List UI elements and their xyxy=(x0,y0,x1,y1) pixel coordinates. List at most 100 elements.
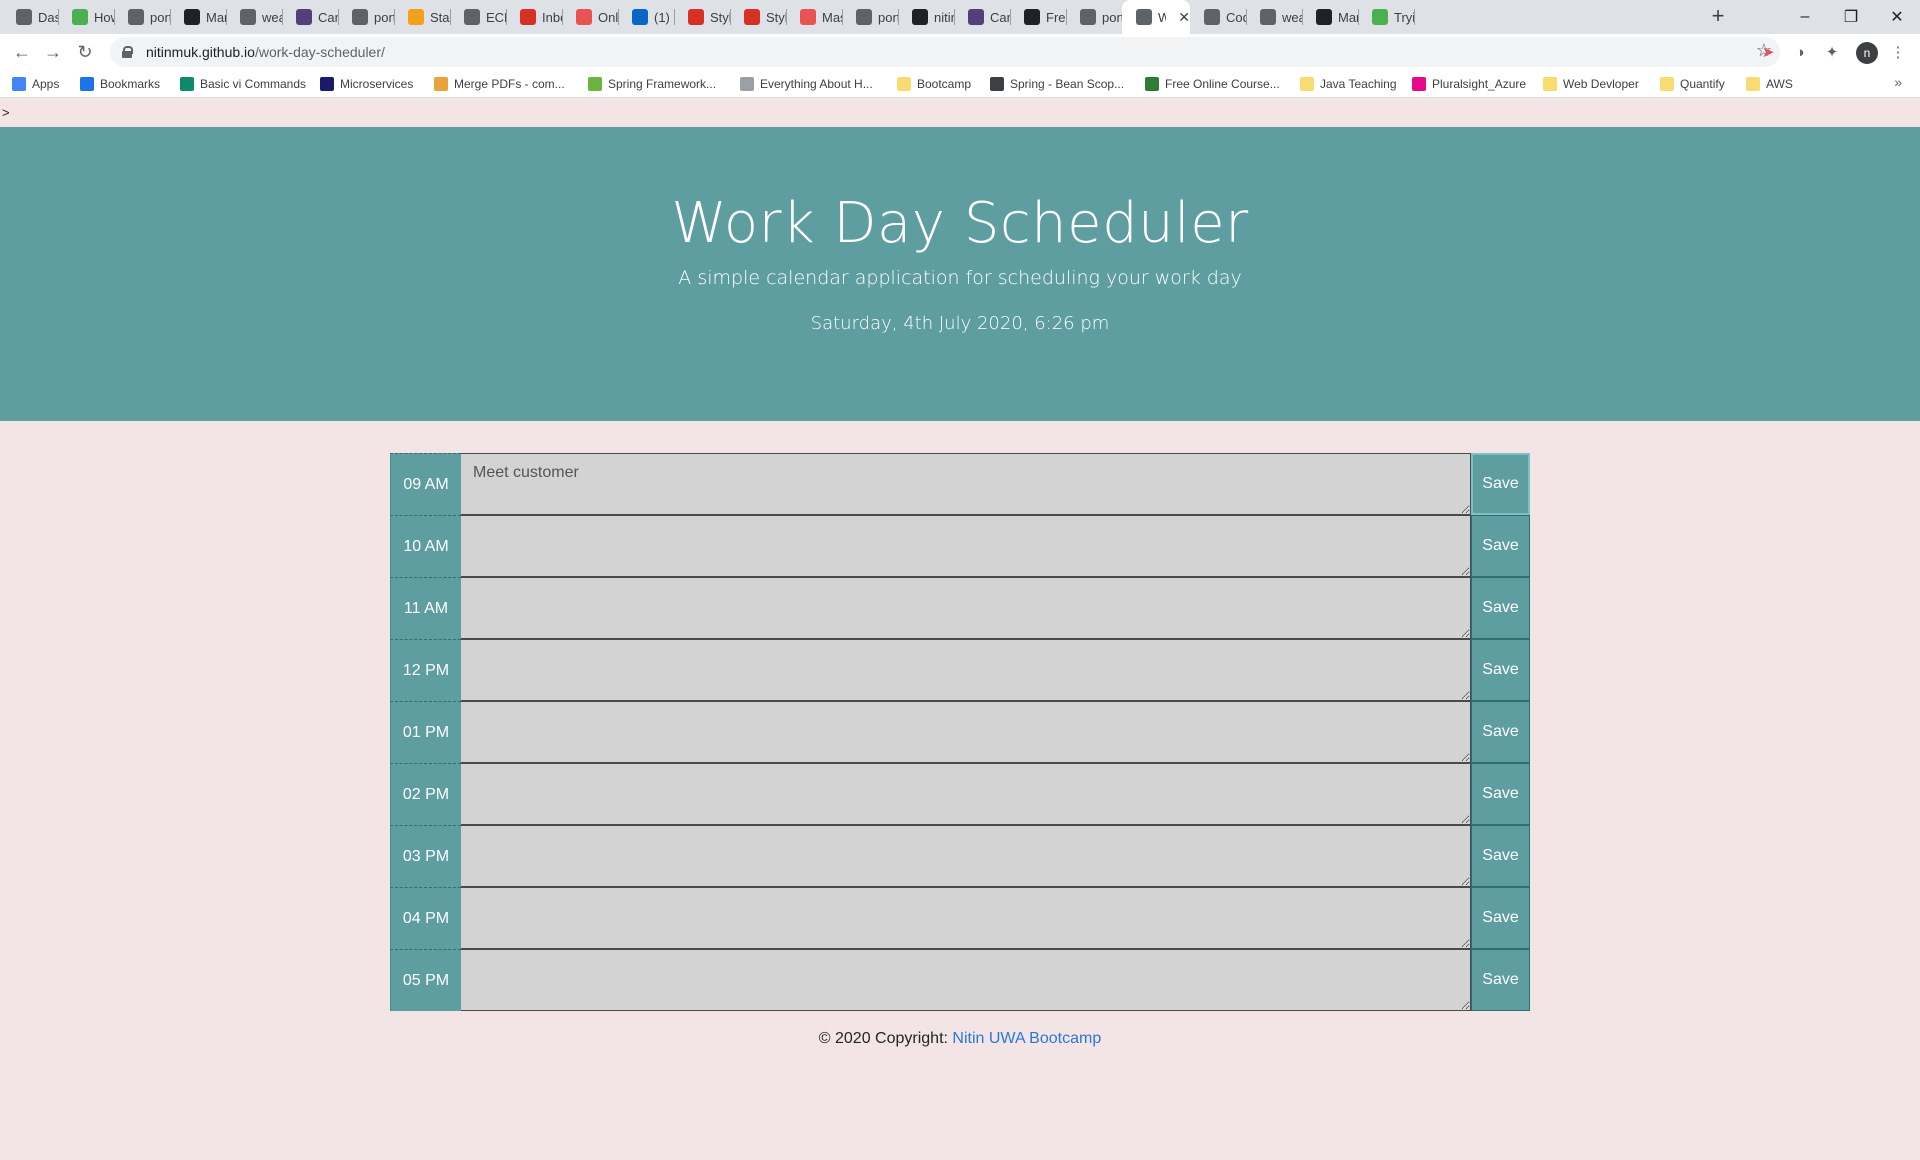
save-button[interactable]: Save xyxy=(1471,453,1530,515)
bookmark-label: Spring Framework... xyxy=(608,77,717,91)
page-title: Work Day Scheduler xyxy=(671,191,1249,256)
bookmark-item[interactable]: Quantify xyxy=(1660,75,1725,93)
browser-tab[interactable]: Card xyxy=(282,0,338,34)
time-block-row: 11 AM Save xyxy=(390,577,1530,639)
bookmark-label: Basic vi Commands xyxy=(200,77,307,91)
dark-mode-icon[interactable]: ◑ xyxy=(1790,42,1810,62)
event-description-input[interactable] xyxy=(461,639,1471,701)
browser-tab[interactable]: portf xyxy=(338,0,394,34)
event-description-input[interactable] xyxy=(461,949,1471,1011)
save-button[interactable]: Save xyxy=(1471,887,1530,949)
stylish-icon xyxy=(688,9,704,25)
close-window-button[interactable]: ✕ xyxy=(1874,0,1920,34)
warning-icon xyxy=(434,77,448,91)
bookmark-label: Everything About H... xyxy=(760,77,873,91)
reload-icon[interactable]: ↻ xyxy=(73,40,97,64)
bookmark-item[interactable]: AWS xyxy=(1746,75,1793,93)
f-icon xyxy=(320,77,334,91)
save-button[interactable]: Save xyxy=(1471,701,1530,763)
new-tab-button[interactable]: + xyxy=(1706,5,1730,29)
forward-icon[interactable]: → xyxy=(41,40,65,64)
event-description-input[interactable] xyxy=(461,825,1471,887)
bookmark-item[interactable]: Apps xyxy=(12,75,59,93)
bookmark-item[interactable]: Microservices xyxy=(320,75,413,93)
browser-toolbar: ← → ↻ nitinmuk.github.io/work-day-schedu… xyxy=(0,34,1920,70)
address-bar[interactable]: nitinmuk.github.io/work-day-scheduler/ ☆ xyxy=(110,37,1780,67)
browser-tab[interactable]: weat xyxy=(1246,0,1302,34)
event-description-input[interactable] xyxy=(461,763,1471,825)
save-button[interactable]: Save xyxy=(1471,825,1530,887)
browser-tab[interactable]: Inbox xyxy=(506,0,562,34)
bookmark-item[interactable]: Pluralsight_Azure xyxy=(1412,75,1526,93)
browser-tab[interactable]: portf xyxy=(114,0,170,34)
browser-tab[interactable]: Mara xyxy=(1302,0,1358,34)
browser-tab[interactable]: Dash xyxy=(2,0,58,34)
browser-tab[interactable]: weat xyxy=(226,0,282,34)
event-description-input[interactable] xyxy=(461,577,1471,639)
browser-tab[interactable]: Stylis xyxy=(674,0,730,34)
save-button[interactable]: Save xyxy=(1471,949,1530,1011)
bookmark-item[interactable]: Spring - Bean Scop... xyxy=(990,75,1124,93)
bookmark-item[interactable]: Free Online Course... xyxy=(1145,75,1280,93)
bookmark-item[interactable]: Everything About H... xyxy=(740,75,873,93)
save-button[interactable]: Save xyxy=(1471,577,1530,639)
bookmark-item[interactable]: Web Devloper xyxy=(1543,75,1639,93)
header-jumbotron: Work Day Scheduler A simple calendar app… xyxy=(0,127,1920,421)
save-button[interactable]: Save xyxy=(1471,639,1530,701)
event-description-input[interactable]: Meet customer xyxy=(461,453,1471,515)
save-button[interactable]: Save xyxy=(1471,763,1530,825)
close-tab-icon[interactable]: ✕ xyxy=(1178,9,1190,26)
udemy-icon xyxy=(800,9,816,25)
browser-tab[interactable]: Mara xyxy=(170,0,226,34)
minimize-button[interactable]: – xyxy=(1782,0,1828,34)
event-description-input[interactable] xyxy=(461,701,1471,763)
tab-label: Stylis xyxy=(710,9,730,25)
browser-tab[interactable]: Onlin xyxy=(562,0,618,34)
tab-label: weat xyxy=(1282,9,1302,25)
browser-tab[interactable]: portf xyxy=(842,0,898,34)
stray-text: > xyxy=(2,105,10,120)
extension-icon[interactable]: ➤ xyxy=(1758,42,1778,62)
browser-tab[interactable]: Tryit xyxy=(1358,0,1414,34)
globe-icon xyxy=(240,9,256,25)
browser-tab[interactable]: Stanc xyxy=(394,0,450,34)
footer-link[interactable]: Nitin UWA Bootcamp xyxy=(952,1030,1101,1047)
cs-icon xyxy=(180,77,194,91)
extensions-puzzle-icon[interactable]: ✦ xyxy=(1822,42,1842,62)
restore-button[interactable]: ❐ xyxy=(1828,0,1874,34)
browser-tab[interactable]: (1) Li xyxy=(618,0,674,34)
browser-tab[interactable]: nitin xyxy=(898,0,954,34)
browser-tab[interactable]: Mast xyxy=(786,0,842,34)
browser-tab[interactable]: How xyxy=(58,0,114,34)
bootstrap-icon xyxy=(968,9,984,25)
save-button[interactable]: Save xyxy=(1471,515,1530,577)
tab-label: Dash xyxy=(38,9,58,25)
pluralsight-icon xyxy=(1412,77,1426,91)
bookmark-item[interactable]: Spring Framework... xyxy=(588,75,716,93)
browser-tab[interactable]: Code xyxy=(1190,0,1246,34)
folder-icon xyxy=(1543,77,1557,91)
browser-tab[interactable]: portf xyxy=(1066,0,1122,34)
bookmark-item[interactable]: Basic vi Commands xyxy=(180,75,306,93)
event-description-input[interactable] xyxy=(461,887,1471,949)
bookmark-item[interactable]: Bookmarks xyxy=(80,75,160,93)
browser-tab[interactable]: Free xyxy=(1010,0,1066,34)
browser-tab[interactable]: Stylis xyxy=(730,0,786,34)
bookmark-item[interactable]: Merge PDFs - com... xyxy=(434,75,565,93)
browser-tab[interactable]: Card xyxy=(954,0,1010,34)
browser-tab[interactable]: ECMA xyxy=(450,0,506,34)
tab-active[interactable]: W ✕ xyxy=(1122,0,1190,34)
menu-kebab-icon[interactable]: ⋮ xyxy=(1888,42,1908,62)
globe-icon xyxy=(464,9,480,25)
bookmark-label: Bootcamp xyxy=(917,77,972,91)
profile-avatar[interactable]: n xyxy=(1856,42,1878,64)
event-description-input[interactable] xyxy=(461,515,1471,577)
bookmark-item[interactable]: Bootcamp xyxy=(897,75,971,93)
time-block-row: 01 PM Save xyxy=(390,701,1530,763)
time-block-row: 02 PM Save xyxy=(390,763,1530,825)
back-icon[interactable]: ← xyxy=(10,40,34,64)
tab-label: Onlin xyxy=(598,9,618,25)
bookmark-item[interactable]: Java Teaching xyxy=(1300,75,1397,93)
bookmark-label: Free Online Course... xyxy=(1165,77,1280,91)
bookmarks-overflow-icon[interactable]: » xyxy=(1894,74,1902,90)
